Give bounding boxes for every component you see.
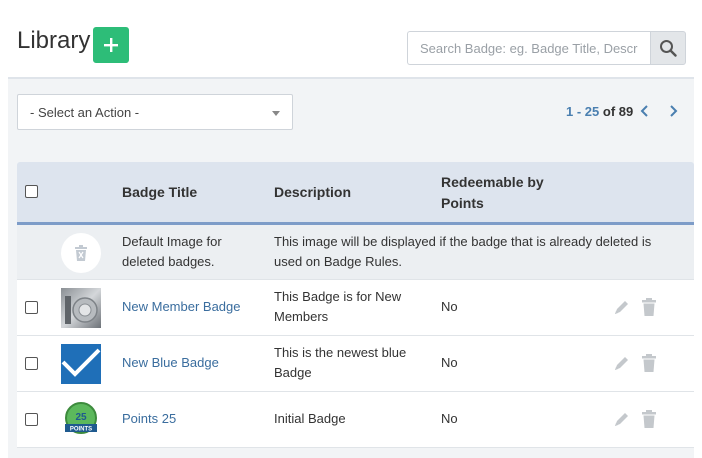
pagination-info: 1 - 25 of 89 xyxy=(566,104,633,119)
prev-page-button[interactable] xyxy=(638,103,652,119)
next-page-button[interactable] xyxy=(666,103,680,119)
badge-title-link[interactable]: Points 25 xyxy=(122,409,176,429)
badge-redeemable: No xyxy=(441,411,458,426)
pagination-total: 89 xyxy=(618,104,634,119)
delete-icon[interactable] xyxy=(640,297,658,317)
row-checkbox[interactable] xyxy=(25,301,38,314)
action-select[interactable]: - Select an Action - xyxy=(17,94,293,130)
table-row: New Member Badge This Badge is for New M… xyxy=(17,280,694,336)
column-badge-title: Badge Title xyxy=(122,184,198,200)
column-redeemable: Redeemable by Points xyxy=(441,174,544,211)
badge-title-link[interactable]: New Member Badge xyxy=(122,297,241,317)
add-badge-button[interactable] xyxy=(93,27,129,63)
table-row: 25 POINTS Points 25 Initial Badge No xyxy=(17,392,694,448)
action-select-value: - Select an Action - xyxy=(30,104,140,120)
edit-icon[interactable] xyxy=(612,298,630,318)
table-header: Badge Title Description Redeemable by Po… xyxy=(17,162,694,225)
page-title: Library xyxy=(17,27,91,54)
library-content: - Select an Action - 1 - 25 of 89 Badge … xyxy=(8,79,694,458)
row-checkbox[interactable] xyxy=(25,413,38,426)
badge-thumbnail-door-knob xyxy=(61,288,101,328)
select-all-checkbox[interactable] xyxy=(25,185,38,198)
search-icon xyxy=(660,40,677,57)
default-row-title: Default Image for deleted badges. xyxy=(122,234,222,269)
badge-thumbnail-blue-check xyxy=(61,344,101,384)
svg-text:POINTS: POINTS xyxy=(70,427,92,433)
badge-thumbnail-points-25: 25 POINTS xyxy=(61,400,101,440)
page-header: Library xyxy=(0,0,702,78)
svg-text:25: 25 xyxy=(75,412,87,423)
search-input[interactable] xyxy=(407,31,650,65)
default-row-description: This image will be displayed if the badg… xyxy=(274,234,652,269)
chevron-down-icon xyxy=(272,111,280,116)
table-row: New Blue Badge This is the newest blue B… xyxy=(17,336,694,392)
badge-table: Badge Title Description Redeemable by Po… xyxy=(17,162,694,448)
pagination-range: 1 - 25 xyxy=(566,104,600,119)
badge-description: This is the newest blue Badge xyxy=(274,345,407,380)
search-button[interactable] xyxy=(650,31,686,65)
pagination-of: of xyxy=(602,104,616,119)
badge-description: This Badge is for New Members xyxy=(274,289,402,324)
trash-icon xyxy=(61,233,101,273)
badge-redeemable: No xyxy=(441,299,458,314)
edit-icon[interactable] xyxy=(612,354,630,374)
delete-icon[interactable] xyxy=(640,409,658,429)
badge-redeemable: No xyxy=(441,355,458,370)
plus-icon xyxy=(104,38,118,52)
row-checkbox[interactable] xyxy=(25,357,38,370)
delete-icon[interactable] xyxy=(640,353,658,373)
table-row-default: Default Image for deleted badges. This i… xyxy=(17,225,694,280)
edit-icon[interactable] xyxy=(612,410,630,430)
badge-description: Initial Badge xyxy=(274,411,346,426)
badge-title-link[interactable]: New Blue Badge xyxy=(122,353,219,373)
column-description: Description xyxy=(274,184,352,200)
